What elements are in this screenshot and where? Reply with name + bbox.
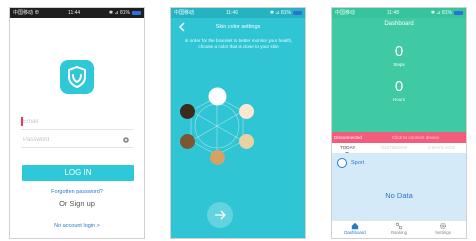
footprints-icon [337, 158, 347, 168]
clock: 11:44 [68, 10, 81, 16]
skin-swatch-beige[interactable] [239, 134, 254, 149]
status-indicators: ✱ ⊿ 81% [430, 10, 452, 16]
home-icon [351, 222, 359, 230]
shield-icon [68, 66, 86, 88]
password-field[interactable] [21, 132, 133, 148]
color-wheel-lines [190, 96, 244, 156]
bottom-nav: Dashboard Ranking Settings [332, 220, 466, 238]
login-screen: 中国移动 ⊕ 11:44 ✱ ⊿ 81% LOG IN Forgotten pa… [9, 7, 145, 239]
ranking-icon [395, 222, 403, 230]
status-indicators: ✱ ⊿ 81% [108, 10, 130, 16]
skin-swatch-brown[interactable] [180, 134, 195, 149]
dashboard-header: Dashboard 0 Steps 0 Hours [332, 18, 466, 132]
tab-yesterday[interactable]: YESTERDAY [380, 143, 407, 153]
nav-label: Settings [435, 230, 451, 235]
status-bar: 中国移动 ⊕ 11:44 ✱ ⊿ 81% [10, 8, 144, 18]
connection-status: Disconnected [334, 135, 362, 140]
arrow-right-icon [215, 210, 226, 220]
skin-swatch-ivory[interactable] [239, 104, 254, 119]
skin-swatch-white[interactable] [210, 89, 225, 104]
tab-2-days-ago[interactable]: 2 DAYS AGO [428, 143, 455, 153]
nav-ranking[interactable]: Ranking [379, 222, 419, 235]
login-button[interactable]: LOG IN [22, 165, 134, 181]
nav-label: Dashboard [344, 230, 366, 235]
battery-icon [454, 11, 463, 15]
skin-color-screen: 中国移动 11:46 ✱ ⊿ 81% Skin color settings I… [170, 7, 306, 239]
nav-dashboard[interactable]: Dashboard [335, 222, 375, 235]
carrier-label: 中国移动 [335, 10, 356, 16]
battery-icon [132, 11, 141, 15]
sport-label: Sport [351, 160, 365, 166]
hours-value: 0 [394, 78, 404, 95]
steps-unit: Steps [393, 62, 405, 67]
password-input[interactable] [23, 137, 115, 143]
hours-unit: Hours [392, 97, 405, 102]
next-button[interactable] [207, 202, 233, 228]
dashboard-screen: 中国移动 11:48 ✱ ⊿ 81% Dashboard 0 Steps 0 H… [331, 7, 467, 239]
activity-card: Sport No Data [332, 153, 466, 220]
steps-value: 0 [394, 43, 404, 60]
clock: 11:48 [386, 10, 399, 16]
connect-hint: Click to connect device [392, 135, 439, 140]
field-focus-marker [21, 117, 23, 126]
status-bar: 中国移动 11:48 ✱ ⊿ 81% [332, 8, 466, 18]
no-data-message: No Data [385, 191, 413, 200]
nav-settings[interactable]: Settings [423, 222, 463, 235]
forgot-password-link[interactable]: Forgotten password? [10, 189, 144, 195]
eye-icon[interactable] [122, 136, 130, 144]
gear-icon [439, 222, 447, 230]
skin-swatch-tan[interactable] [210, 150, 225, 165]
signup-link[interactable]: Or Sign up [10, 199, 144, 208]
no-account-login-link[interactable]: No account login > [10, 223, 144, 229]
date-tabs: TODAY YESTERDAY 2 DAYS AGO [332, 143, 466, 154]
carrier-label: 中国移动 ⊕ [13, 10, 40, 16]
email-input[interactable] [23, 119, 115, 125]
app-logo [60, 60, 94, 94]
nav-label: Ranking [390, 230, 408, 235]
connection-banner[interactable]: Disconnected Click to connect device [332, 132, 466, 143]
skin-swatch-dark-brown[interactable] [180, 104, 195, 119]
page-title: Dashboard [384, 21, 414, 27]
email-field[interactable] [21, 114, 133, 130]
